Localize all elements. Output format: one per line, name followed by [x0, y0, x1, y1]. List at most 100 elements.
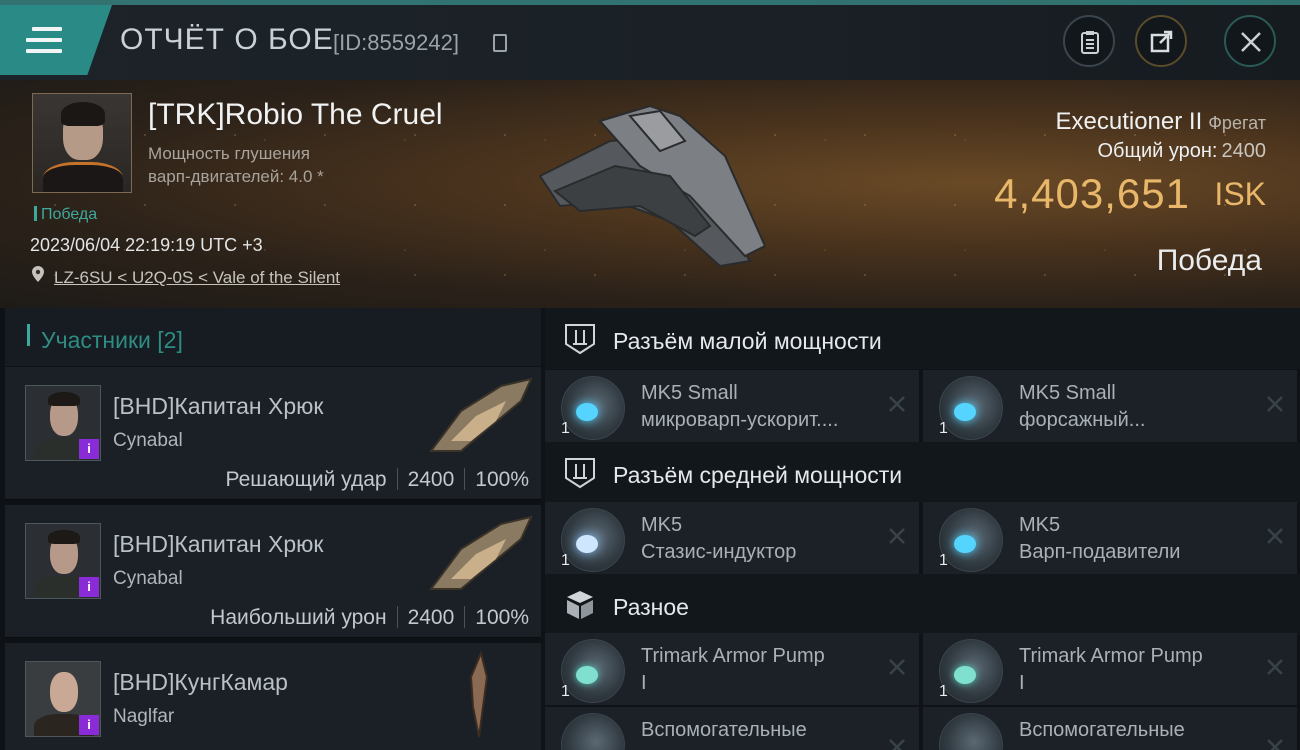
menu-button[interactable] [0, 5, 112, 75]
module-icon [939, 713, 1003, 750]
module-name-line2: I [1019, 672, 1025, 694]
module-card[interactable]: 1 Trimark Armor Pump I [545, 633, 919, 705]
module-qty: 1 [561, 552, 570, 569]
location-pin-icon [32, 266, 44, 282]
module-card[interactable]: 1 MK5 Стазис-индуктор [545, 502, 919, 574]
module-card[interactable]: 1 Trimark Armor Pump I [923, 633, 1297, 705]
hamburger-menu-icon [26, 27, 62, 53]
participant-damage: 2400 [407, 468, 455, 491]
participant-name: [BHD]Капитан Хрюк [113, 393, 324, 419]
copy-icon[interactable] [493, 34, 507, 52]
total-damage: Общий урон: 2400 [1098, 140, 1267, 163]
participant-ship-image [429, 377, 533, 452]
close-button[interactable] [1224, 15, 1276, 67]
ship-name-text: Executioner II [1055, 108, 1203, 135]
module-icon [939, 508, 1003, 572]
module-qty: 1 [561, 420, 570, 437]
total-damage-label: Общий урон: [1097, 140, 1218, 162]
module-card[interactable]: 1 MK5 Small форсажный... [923, 370, 1297, 442]
top-accent-line [0, 0, 1300, 5]
total-damage-value: 2400 [1221, 140, 1267, 162]
participant-card[interactable]: i [BHD]Капитан Хрюк Cynabal Наибольший у… [5, 505, 541, 638]
low-slot-header: Разъём малой мощности [545, 308, 1300, 369]
module-qty: 1 [939, 552, 948, 569]
timestamp: 2023/06/04 22:19:19 UTC +3 [30, 235, 263, 255]
module-name-line2: I [641, 672, 647, 694]
mid-slot-icon [565, 458, 595, 489]
module-icon [561, 639, 625, 703]
mid-slot-label: Разъём средней мощности [613, 462, 903, 488]
module-name-line1: MK5 [1019, 514, 1061, 536]
location-link[interactable]: LZ-6SU < U2Q-0S < Vale of the Silent [54, 268, 340, 288]
victim-portrait[interactable] [32, 93, 132, 193]
remove-icon[interactable] [887, 526, 907, 546]
module-icon [939, 639, 1003, 703]
participant-percent: 100% [475, 468, 529, 491]
module-name-line2: Стазис-индуктор [641, 541, 797, 563]
clipboard-icon [1081, 31, 1099, 54]
result-tag: Победа [34, 206, 97, 224]
participant-card[interactable]: i [BHD]КунгКамар Naglfar [5, 643, 541, 750]
module-qty: 1 [939, 683, 948, 700]
page-title: ОТЧЁТ О БОЕ [120, 23, 334, 56]
ship-class: Фрегат [1208, 113, 1266, 133]
info-badge-icon[interactable]: i [79, 439, 99, 459]
participant-damage: 2400 [407, 606, 455, 629]
participant-card[interactable]: i [BHD]Капитан Хрюк Cynabal Решающий уда… [5, 367, 541, 500]
victim-summary: [TRK]Robio The Cruel Мощность глушения в… [0, 80, 1300, 308]
info-badge-icon[interactable]: i [79, 577, 99, 597]
remove-icon[interactable] [887, 737, 907, 750]
ship-name: Executioner II Фрегат [1056, 108, 1267, 136]
module-name-line1: MK5 [641, 514, 683, 536]
participant-ship: Cynabal [113, 568, 183, 589]
participant-name: [BHD]Капитан Хрюк [113, 531, 324, 557]
participant-name: [BHD]КунгКамар [113, 669, 288, 695]
remove-icon[interactable] [887, 657, 907, 677]
module-name-line1: MK5 Small [1019, 382, 1116, 404]
participant-ship-image [429, 515, 533, 590]
participants-panel: Участники [2] i [BHD]Капитан Хрюк Cynaba… [0, 308, 541, 750]
remove-icon[interactable] [887, 394, 907, 414]
module-card[interactable]: Вспомогательные [923, 707, 1297, 750]
participants-header[interactable]: Участники [2] [5, 308, 541, 366]
remove-icon[interactable] [1265, 737, 1285, 750]
participant-role: Решающий удар [225, 468, 387, 491]
module-icon [939, 376, 1003, 440]
module-name-line1: Вспомогательные [641, 719, 807, 741]
outcome-label: Победа [1156, 244, 1262, 277]
victim-stat-line2: варп-двигателей: 4.0 * [148, 167, 324, 186]
module-name-line1: MK5 Small [641, 382, 738, 404]
clipboard-button[interactable] [1063, 15, 1115, 67]
isk-value: 4,403,651 [994, 170, 1190, 217]
participant-ship-image [469, 649, 489, 738]
close-icon [1241, 32, 1261, 52]
remove-icon[interactable] [1265, 657, 1285, 677]
participants-accent-bar [27, 324, 30, 346]
victim-stat-line1: Мощность глушения [148, 144, 310, 163]
module-name-line2: микроварп-ускорит.... [641, 409, 839, 431]
report-id: [ID:8559242] [333, 30, 459, 55]
module-qty: 1 [561, 683, 570, 700]
share-button[interactable] [1135, 15, 1187, 67]
participant-stats: Наибольший урон 2400 100% [210, 606, 529, 630]
victim-name[interactable]: [TRK]Robio The Cruel [148, 98, 443, 132]
low-slot-label: Разъём малой мощности [613, 328, 882, 354]
module-card[interactable]: Вспомогательные [545, 707, 919, 750]
top-bar: ОТЧЁТ О БОЕ [ID:8559242] [0, 0, 1300, 80]
module-card[interactable]: 1 MK5 Small микроварп-ускорит.... [545, 370, 919, 442]
misc-label: Разное [613, 594, 689, 620]
info-badge-icon[interactable]: i [79, 715, 99, 735]
remove-icon[interactable] [1265, 526, 1285, 546]
share-icon [1150, 30, 1173, 53]
participant-percent: 100% [475, 606, 529, 629]
module-name-line1: Trimark Armor Pump [641, 645, 825, 667]
ship-render [538, 104, 767, 268]
fitting-panel: Разъём малой мощности 1 MK5 Small микров… [541, 308, 1300, 750]
module-card[interactable]: 1 MK5 Варп-подавители [923, 502, 1297, 574]
module-icon [561, 713, 625, 750]
module-qty: 1 [939, 420, 948, 437]
remove-icon[interactable] [1265, 394, 1285, 414]
module-name-line2: Варп-подавители [1019, 541, 1181, 563]
participant-stats: Решающий удар 2400 100% [226, 468, 529, 492]
mid-slot-header: Разъём средней мощности [545, 442, 1300, 503]
